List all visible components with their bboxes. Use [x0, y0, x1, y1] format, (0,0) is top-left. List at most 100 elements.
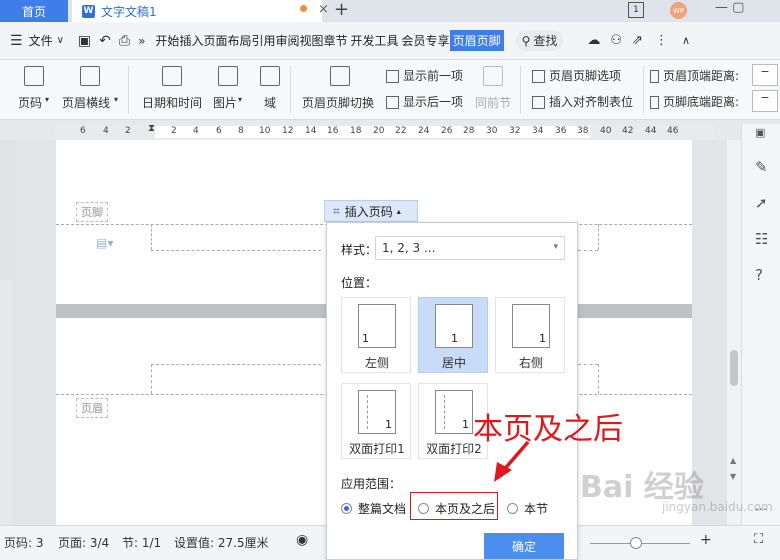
share-icon[interactable]: ⇗: [632, 33, 643, 48]
zoom-slider-handle[interactable]: [630, 537, 642, 549]
more-options-icon[interactable]: ⋮: [655, 33, 668, 48]
footer-bottom-distance-input[interactable]: −: [752, 90, 778, 112]
menu-header-footer[interactable]: 页眉页脚: [449, 30, 504, 51]
position-label: 位置：: [341, 276, 378, 290]
user-icon[interactable]: ⚇: [610, 33, 622, 48]
field-icon[interactable]: [260, 66, 280, 86]
chevron-up-icon: ▴: [396, 206, 401, 216]
window-controls[interactable]: — ▢: [715, 0, 744, 15]
ruler-tick: 2: [125, 126, 131, 136]
radio-unchecked-icon: [507, 503, 518, 514]
status-page-number[interactable]: 页码: 3: [4, 534, 44, 551]
menu-file[interactable]: 文件: [29, 32, 53, 49]
header-line-dropdown-icon[interactable]: ▾: [114, 95, 118, 104]
picture-dropdown-icon[interactable]: ▾: [238, 95, 242, 104]
status-section[interactable]: 节: 1/1: [122, 534, 161, 551]
menu-section[interactable]: 章节: [324, 32, 348, 49]
save-icon[interactable]: ▣: [78, 33, 91, 49]
footer-bottom-distance-icon: [650, 96, 659, 109]
vertical-scrollbar[interactable]: ▲ ▼: [727, 140, 741, 525]
menu-reference[interactable]: 引用: [251, 32, 275, 49]
header-footer-switch-icon[interactable]: [330, 66, 350, 86]
print-icon[interactable]: ⎙: [119, 33, 130, 49]
eye-icon[interactable]: ◉: [296, 532, 308, 548]
date-time-button[interactable]: 日期和时间: [142, 94, 202, 111]
cursor-icon[interactable]: ➚: [755, 194, 768, 212]
footer-margin-line: [151, 224, 152, 250]
status-page[interactable]: 页面: 3/4: [58, 534, 109, 551]
hamburger-icon[interactable]: ☰: [10, 33, 23, 49]
header-margin-line: [578, 364, 598, 365]
header-footer-options-button[interactable]: 页眉页脚选项: [532, 67, 621, 84]
page-number-button[interactable]: 页码: [18, 94, 42, 111]
scope-whole-document[interactable]: 整篇文档: [341, 500, 406, 517]
page-options-icon[interactable]: ▤▾: [96, 236, 113, 250]
undo-icon[interactable]: ↶: [99, 33, 111, 49]
menu-developer[interactable]: 开发工具: [351, 32, 399, 49]
vertical-ruler[interactable]: [0, 140, 12, 280]
position-duplex-1[interactable]: 1 双面打印1: [341, 383, 411, 459]
menu-view[interactable]: 视图: [300, 32, 324, 49]
ruler-tick: 8: [238, 126, 244, 136]
picture-button[interactable]: 图片: [213, 94, 237, 111]
show-next-button[interactable]: 显示后一项: [386, 93, 463, 110]
page-number-style-select[interactable]: 1, 2, 3 ... ▾: [375, 236, 565, 260]
field-button[interactable]: 域: [264, 94, 276, 111]
ruler-tick: 28: [463, 126, 475, 136]
menu-layout[interactable]: 页面布局: [203, 32, 251, 49]
collapse-panel-icon[interactable]: ▣: [755, 126, 765, 139]
zoom-in-icon[interactable]: +: [700, 532, 712, 548]
search-box[interactable]: ⚲ 查找: [515, 30, 564, 51]
tab-document[interactable]: W 文字文稿1: [72, 0, 322, 22]
scroll-down-icon[interactable]: ▼: [730, 472, 736, 481]
close-tab-icon[interactable]: ×: [318, 2, 329, 17]
help-icon[interactable]: ?: [755, 266, 763, 284]
scrollbar-thumb[interactable]: [730, 350, 738, 386]
insert-align-tab-button[interactable]: 插入对齐制表位: [532, 93, 633, 110]
more-icon[interactable]: »: [138, 34, 145, 48]
radio-checked-icon: [341, 503, 352, 514]
header-top-distance-label: 页眉顶端距离:: [663, 69, 740, 83]
collapse-ribbon-icon[interactable]: ∧: [682, 34, 690, 47]
tab-home[interactable]: 首页: [0, 0, 68, 22]
cloud-icon[interactable]: ☁: [587, 33, 600, 48]
position-center-label: 居中: [441, 356, 466, 370]
status-setting[interactable]: 设置值: 27.5厘米: [174, 534, 269, 551]
header-line-button[interactable]: 页眉横线: [62, 94, 110, 111]
header-margin-line: [151, 364, 152, 394]
sliders-icon[interactable]: ☷: [755, 230, 768, 248]
header-top-distance-input[interactable]: −: [752, 64, 778, 86]
scope-this-section[interactable]: 本节: [507, 500, 548, 517]
ribbon-separator: [520, 66, 521, 114]
chevron-down-icon[interactable]: ∨: [57, 35, 64, 46]
picture-icon[interactable]: [218, 66, 238, 86]
header-footer-switch-button[interactable]: 页眉页脚切换: [302, 94, 374, 111]
style-label: 样式：: [341, 243, 378, 257]
horizontal-ruler[interactable]: 6 4 2 ⧗ 2 4 6 8 10 12 14 16 18 20 22 24 …: [55, 123, 715, 140]
position-right[interactable]: 1 右侧: [495, 297, 565, 373]
ok-button[interactable]: 确定: [484, 533, 564, 559]
fullscreen-icon[interactable]: ⛶: [754, 532, 763, 547]
show-previous-button[interactable]: 显示前一项: [386, 67, 463, 84]
position-center[interactable]: 1 居中: [418, 297, 488, 373]
avatar[interactable]: WP: [670, 2, 687, 19]
menu-review[interactable]: 审阅: [275, 32, 299, 49]
ruler-tick: 26: [441, 126, 453, 136]
insert-page-number-button[interactable]: ⌗ 插入页码 ▴: [324, 200, 418, 222]
menu-member[interactable]: 会员专享: [402, 32, 450, 49]
window-count-icon[interactable]: 1: [628, 2, 644, 18]
position-left[interactable]: 1 左侧: [341, 297, 411, 373]
page-number-dropdown-icon[interactable]: ▾: [45, 95, 49, 104]
show-next-label: 显示后一项: [403, 95, 464, 109]
ruler-tick: 30: [486, 126, 498, 136]
pen-icon[interactable]: ✎: [755, 158, 768, 176]
page-number-icon[interactable]: [24, 66, 44, 86]
new-tab-icon[interactable]: +: [334, 0, 349, 20]
menu-start[interactable]: 开始: [155, 32, 179, 49]
header-line-icon[interactable]: [80, 66, 100, 86]
menu-insert[interactable]: 插入: [179, 32, 203, 49]
scope-whole-document-label: 整篇文档: [358, 502, 407, 516]
ruler-indent-marker[interactable]: ⧗: [148, 123, 155, 134]
calendar-icon[interactable]: [162, 66, 182, 86]
scroll-up-icon[interactable]: ▲: [730, 456, 736, 465]
